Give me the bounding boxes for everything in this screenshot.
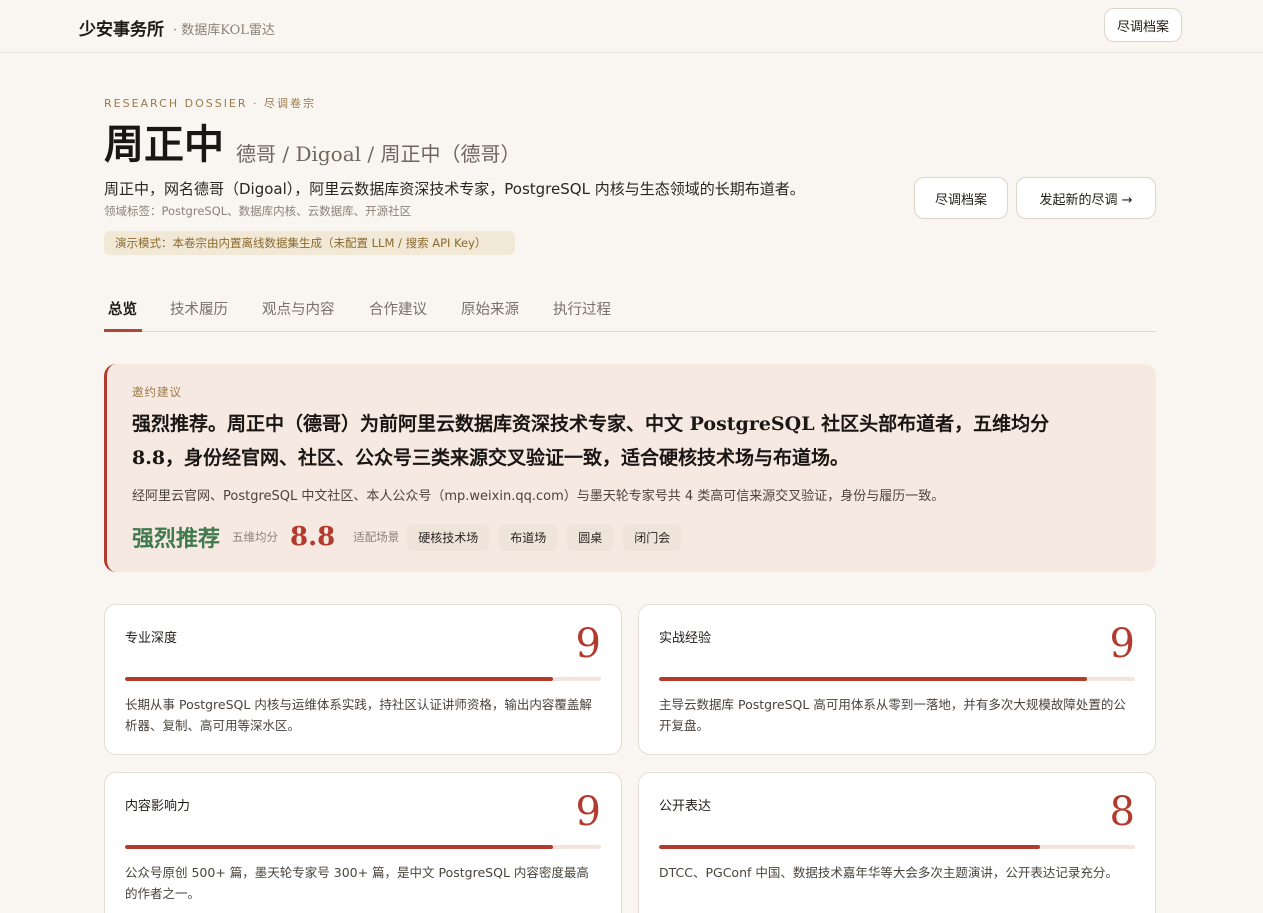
scene-chip: 硬核技术场 [407,523,490,551]
recommendation-card: 邀约建议 强烈推荐。周正中（德哥）为前阿里云数据库资深技术专家、中文 Postg… [104,364,1156,572]
recommendation-summary-row: 强烈推荐 五维均分 8.8 适配场景 硬核技术场 布道场 圆桌 闭门会 [132,520,682,554]
score-bar-track [125,677,601,681]
brand-name[interactable]: 少安事务所 [79,15,164,40]
recommendation-evidence: 经阿里云官网、PostgreSQL 中文社区、本人公众号（mp.weixin.q… [132,489,945,504]
dimension-description: 公众号原创 500+ 篇，墨天轮专家号 300+ 篇，是中文 PostgreSQ… [125,865,589,901]
dimension-label: 专业深度 [125,631,178,646]
avg-score-label: 五维均分 [232,530,279,544]
recommendation-headline: 强烈推荐。周正中（德哥）为前阿里云数据库资深技术专家、中文 PostgreSQL… [132,413,1050,469]
dimension-score: 9 [575,789,601,835]
top-bar: 少安事务所 · 数据库KOL雷达 尽调档案 [0,0,1263,53]
new-diligence-button[interactable]: 发起新的尽调 → [1016,177,1156,219]
dimension-description: 长期从事 PostgreSQL 内核与运维体系实践，持社区认证讲师资格，输出内容… [125,697,592,733]
avg-score-value: 8.8 [290,522,336,552]
tab-cooperation[interactable]: 合作建议 [369,298,427,319]
tab-tech-history[interactable]: 技术履历 [170,298,228,319]
dimension-label: 公开表达 [659,799,712,814]
scene-chip: 圆桌 [567,523,614,551]
tab-execution[interactable]: 执行过程 [553,298,611,319]
dimension-description: 主导云数据库 PostgreSQL 高可用体系从零到一落地，并有多次大规模故障处… [659,697,1126,733]
dimension-card: 实战经验 9 主导云数据库 PostgreSQL 高可用体系从零到一落地，并有多… [638,604,1156,755]
brand-subtitle: · 数据库KOL雷达 [173,23,275,38]
dimension-label: 内容影响力 [125,799,191,814]
score-bar-track [125,845,601,849]
demo-mode-notice: 演示模式：本卷宗由内置离线数据集生成（未配置 LLM / 搜索 API Key） [104,231,515,255]
recommendation-label: 邀约建议 [132,385,182,399]
score-bar-fill [659,845,1040,849]
score-bar-fill [659,677,1088,681]
score-bar-track [659,845,1135,849]
dimension-score: 8 [1109,789,1135,835]
dimension-score: 9 [1109,621,1135,667]
kol-name: 周正中 [104,121,224,168]
dimension-card: 公开表达 8 DTCC、PGConf 中国、数据技术嘉年华等大会多次主题演讲，公… [638,772,1156,913]
archive-button[interactable]: 尽调档案 [914,177,1008,219]
scene-label: 适配场景 [353,530,400,544]
dimension-card: 内容影响力 9 公众号原创 500+ 篇，墨天轮专家号 300+ 篇，是中文 P… [104,772,622,913]
score-bar-fill [125,677,554,681]
tab-overview[interactable]: 总览 [108,298,137,319]
score-bar-fill [125,845,554,849]
demo-mode-text: 演示模式：本卷宗由内置离线数据集生成（未配置 LLM / 搜索 API Key） [115,236,487,250]
dimension-card: 专业深度 9 长期从事 PostgreSQL 内核与运维体系实践，持社区认证讲师… [104,604,622,755]
kol-aliases: 德哥 / Digoal / 周正中（德哥） [236,142,521,166]
dossier-eyebrow: RESEARCH DOSSIER · 尽调卷宗 [104,97,317,110]
dimension-description: DTCC、PGConf 中国、数据技术嘉年华等大会多次主题演讲，公开表达记录充分… [659,865,1118,880]
tab-bar: 总览 技术履历 观点与内容 合作建议 原始来源 执行过程 [104,288,1156,332]
kol-summary: 周正中，网名德哥（Digoal），阿里云数据库资深技术专家，PostgreSQL… [104,180,805,198]
top-archive-button[interactable]: 尽调档案 [1104,8,1182,42]
tab-views-content[interactable]: 观点与内容 [262,298,335,319]
verdict-text: 强烈推荐 [132,526,221,552]
scene-chip: 布道场 [499,523,558,551]
tab-sources[interactable]: 原始来源 [461,298,519,319]
scene-chip: 闭门会 [623,523,682,551]
active-tab-indicator [104,329,142,332]
dimension-label: 实战经验 [659,631,712,646]
score-bar-track [659,677,1135,681]
domain-tags: 领域标签：PostgreSQL、数据库内核、云数据库、开源社区 [104,204,412,218]
dimension-score: 9 [575,621,601,667]
